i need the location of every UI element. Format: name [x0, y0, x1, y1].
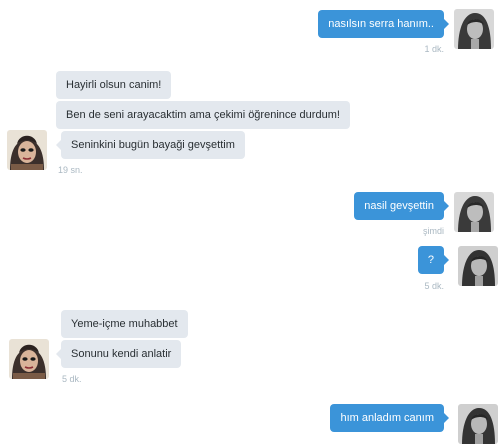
message-bubble-in[interactable]: Seninkini bugün bayaği gevşettim	[56, 131, 245, 159]
message-bubble-in[interactable]: Hayirli olsun canim!	[56, 71, 172, 99]
chat-thread: nasılsın serra hanım.. 1 dk. Hayirli ols…	[0, 0, 500, 444]
message-bubble-in[interactable]: Ben de seni arayacaktim ama çekimi öğren…	[56, 101, 350, 129]
timestamp: 5 dk.	[424, 281, 444, 291]
timestamp: şimdi	[422, 226, 444, 236]
timestamp: 1 dk.	[424, 44, 444, 54]
message-bubble-out[interactable]: nasil gevşettin	[354, 192, 449, 220]
contact-avatar-icon[interactable]	[9, 339, 49, 379]
message-bubble-out[interactable]: ?	[417, 246, 450, 274]
contact-avatar-icon[interactable]	[7, 130, 47, 170]
timestamp: 5 dk.	[62, 374, 82, 384]
self-avatar-icon[interactable]	[454, 9, 494, 49]
self-avatar-icon[interactable]	[454, 192, 494, 232]
message-bubble-in[interactable]: Yeme-içme muhabbet	[61, 310, 188, 338]
timestamp: 19 sn.	[58, 165, 83, 175]
self-avatar-icon[interactable]	[458, 404, 498, 444]
message-bubble-out[interactable]: nasılsın serra hanım..	[318, 10, 449, 38]
message-bubble-in[interactable]: Sonunu kendi anlatir	[55, 340, 182, 368]
self-avatar-icon[interactable]	[458, 246, 498, 286]
